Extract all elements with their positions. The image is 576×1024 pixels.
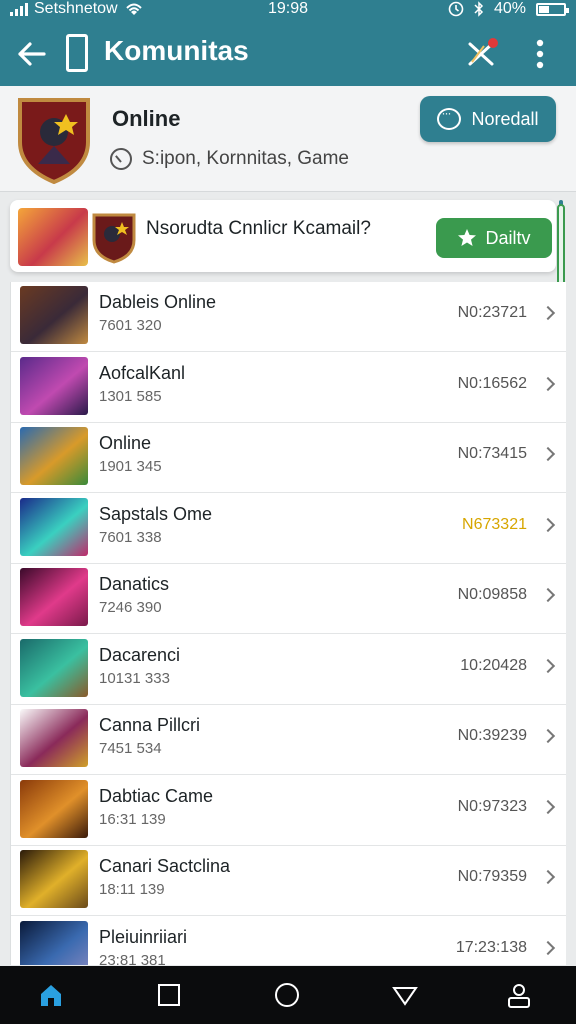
- game-code: N0:97323: [457, 797, 527, 815]
- game-row[interactable]: Dacarenci 10131 333 10:20428: [11, 635, 566, 705]
- community-header: Online S:ipon, Kornnitas, Game Noredall: [0, 86, 576, 192]
- more-menu-icon[interactable]: [524, 36, 556, 72]
- game-code: N673321: [462, 515, 527, 533]
- game-row[interactable]: Online 1901 345 N0:73415: [11, 423, 566, 493]
- game-name: Online: [99, 433, 152, 453]
- chevron-right-icon: [540, 799, 556, 814]
- game-code: 10:20428: [460, 656, 527, 674]
- promo-shield-icon: [92, 213, 136, 264]
- chat-bubble-icon: [437, 106, 462, 130]
- game-thumbnail: [20, 850, 88, 908]
- square-icon[interactable]: [154, 980, 184, 1010]
- game-row[interactable]: Dableis Online 7601 320 N0:23721: [11, 282, 566, 352]
- profile-icon[interactable]: [504, 980, 534, 1010]
- battery-percent: 40%: [493, 0, 526, 17]
- chevron-right-icon: [540, 940, 556, 955]
- chat-button-label: Noredall: [471, 108, 539, 129]
- game-code: N0:39239: [457, 727, 527, 744]
- chevron-right-icon: [540, 446, 556, 462]
- game-name: AofcalKanl: [99, 362, 186, 383]
- community-subtitle: S:ipon, Kornnitas, Game: [142, 148, 349, 169]
- game-list: Dableis Online 7601 320 N0:23721 AofcalKanl…: [10, 282, 566, 965]
- chat-button[interactable]: Noredall: [420, 96, 556, 142]
- game-row[interactable]: Sapstals Ome 7601 338 N673321: [11, 494, 566, 564]
- bluetooth-icon: [474, 1, 484, 17]
- game-count: 23:81 381: [99, 951, 166, 966]
- game-name: Dabtiac Came: [99, 785, 214, 806]
- promo-card[interactable]: Nsorudta Cnnlicr Kcamail? Dailtv: [10, 200, 556, 272]
- community-subtitle-row: S:ipon, Kornnitas, Game: [110, 148, 349, 170]
- battery-icon: [536, 2, 569, 16]
- top-bar: Setshnetow 19:98 40% Komunitas: [0, 0, 576, 86]
- game-name: Dableis Online: [99, 292, 217, 312]
- home-icon[interactable]: [36, 980, 66, 1010]
- game-count: 7601 320: [99, 317, 162, 334]
- game-row[interactable]: Dabtiac Came 16:31 139 N0:97323: [11, 776, 566, 846]
- phone-icon: [66, 34, 88, 72]
- game-name: Canna Pillcri: [99, 715, 201, 735]
- game-row[interactable]: Canari Sactclina 18:11 139 N0:79359: [11, 846, 566, 916]
- bottom-nav: [0, 966, 576, 1024]
- game-thumbnail: [20, 920, 88, 965]
- game-thumbnail: [20, 286, 88, 344]
- game-name: Pleiuinriiari: [99, 926, 188, 947]
- daily-button-label: Dailtv: [485, 227, 531, 248]
- clock-icon: [110, 148, 132, 170]
- game-thumbnail: [20, 779, 88, 838]
- game-thumbnail: [20, 356, 88, 415]
- game-count: 16:31 139: [99, 810, 166, 828]
- game-code: N0:09858: [457, 586, 527, 603]
- chevron-right-icon: [540, 587, 556, 603]
- chevron-right-icon: [540, 869, 556, 885]
- chevron-right-icon: [540, 305, 556, 321]
- chevron-right-icon: [540, 517, 556, 532]
- chevron-right-icon: [540, 376, 556, 391]
- game-thumbnail: [20, 709, 88, 767]
- game-count: 7246 390: [99, 599, 162, 616]
- game-code: N0:79359: [457, 868, 527, 885]
- alarm-icon: [448, 1, 464, 17]
- game-count: 10131 333: [99, 669, 170, 687]
- game-code: N0:73415: [457, 445, 527, 462]
- game-name: Danatics: [99, 574, 170, 594]
- circle-icon[interactable]: [272, 980, 302, 1010]
- game-thumbnail: [20, 638, 88, 697]
- game-thumbnail: [20, 568, 88, 626]
- chevron-right-icon: [540, 728, 556, 744]
- game-code: N0:16562: [457, 374, 527, 392]
- status-bar: Setshnetow 19:98 40%: [0, 0, 576, 20]
- notification-icon[interactable]: [466, 38, 498, 68]
- game-code: N0:23721: [457, 304, 527, 321]
- game-count: 18:11 139: [99, 881, 165, 898]
- back-arrow-icon[interactable]: [14, 36, 50, 72]
- app-title: Komunitas: [104, 35, 249, 66]
- community-shield-icon: [18, 98, 90, 184]
- promo-game-thumbnail: [18, 208, 88, 266]
- game-row[interactable]: Danatics 7246 390 N0:09858: [11, 564, 566, 634]
- game-count: 7601 338: [99, 528, 162, 546]
- game-thumbnail: [20, 497, 88, 556]
- game-row[interactable]: AofcalKanl 1301 585 N0:16562: [11, 353, 566, 423]
- community-name: Online: [112, 106, 181, 131]
- promo-text: Nsorudta Cnnlicr Kcamail?: [146, 218, 371, 239]
- game-name: Dacarenci: [99, 644, 181, 665]
- app-bar: Komunitas: [0, 26, 576, 82]
- game-row[interactable]: Pleiuinriiari 23:81 381 17:23:138: [11, 917, 566, 966]
- game-row[interactable]: Canna Pillcri 7451 534 N0:39239: [11, 705, 566, 775]
- triangle-icon[interactable]: [390, 980, 420, 1010]
- game-count: 1901 345: [99, 458, 162, 475]
- game-count: 7451 534: [99, 740, 162, 757]
- game-code: 17:23:138: [455, 938, 527, 956]
- game-name: Canari Sactclina: [99, 856, 231, 876]
- chevron-right-icon: [540, 658, 556, 673]
- game-name: Sapstals Ome: [99, 503, 213, 524]
- game-count: 1301 585: [99, 387, 162, 405]
- star-icon: [458, 229, 477, 246]
- game-thumbnail: [20, 427, 88, 485]
- daily-button[interactable]: Dailtv: [436, 218, 552, 258]
